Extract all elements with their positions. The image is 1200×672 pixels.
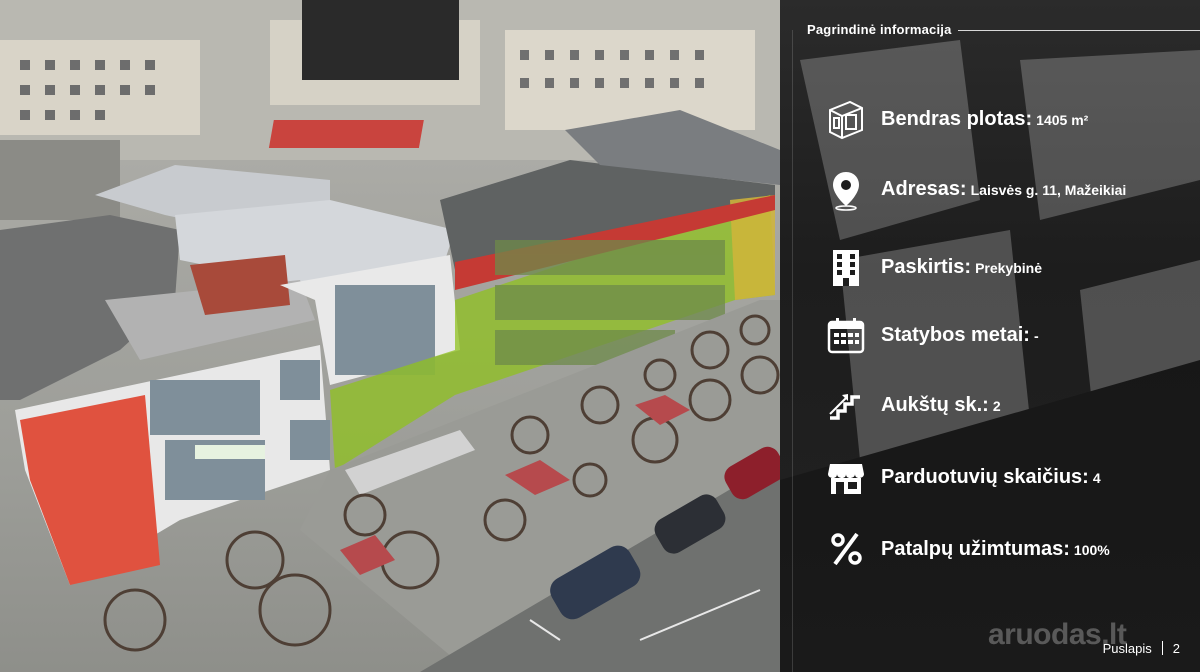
page-footer: Puslapis 2 [1103,641,1180,656]
info-row-occupancy: Patalpų užimtumas: 100% [780,528,1200,578]
info-row-purpose: Paskirtis: Prekybinė [780,246,1200,296]
info-row-year: Statybos metai: - [780,314,1200,364]
shops-value: 4 [1092,470,1101,486]
year-label: Statybos metai: [881,324,1030,346]
occupancy-label: Patalpų užimtumas: [881,538,1070,560]
address-value: Laisvės g. 11, Mažeikiai [970,182,1127,198]
location-pin-icon [824,168,868,212]
stairs-icon [824,384,868,428]
calendar-icon [824,314,868,358]
page-label: Puslapis [1102,641,1152,656]
info-row-floors: Aukštų sk.: 2 [780,384,1200,434]
info-row-shops: Parduotuvių skaičius: 4 [780,456,1200,506]
year-value: - [1033,328,1039,344]
floor-plan-icon [824,98,868,142]
floors-value: 2 [992,398,1001,414]
shops-label: Parduotuvių skaičius: [881,466,1089,488]
occupancy-value: 100% [1073,542,1110,558]
info-row-address: Adresas: Laisvės g. 11, Mažeikiai [780,168,1200,218]
info-panel: Pagrindinė informacija Bendras plotas: 14… [780,0,1200,672]
panel-title: Pagrindinė informacija [807,22,952,37]
footer-separator [1161,641,1163,655]
photo-illustration [0,0,780,672]
redaction-box [302,0,459,80]
building-aerial-photo [0,0,780,672]
percent-icon [824,528,868,572]
floors-label: Aukštų sk.: [881,394,989,416]
area-label: Bendras plotas: [881,108,1033,130]
storefront-icon [824,456,868,500]
address-label: Adresas: [881,178,967,200]
building-icon [824,246,868,290]
purpose-label: Paskirtis: [881,256,972,278]
area-value: 1405 m² [1036,112,1089,128]
page-number: 2 [1172,641,1180,656]
info-row-area: Bendras plotas: 1405 m² [780,98,1200,148]
purpose-value: Prekybinė [975,260,1042,276]
panel-title-underline [958,30,1200,31]
